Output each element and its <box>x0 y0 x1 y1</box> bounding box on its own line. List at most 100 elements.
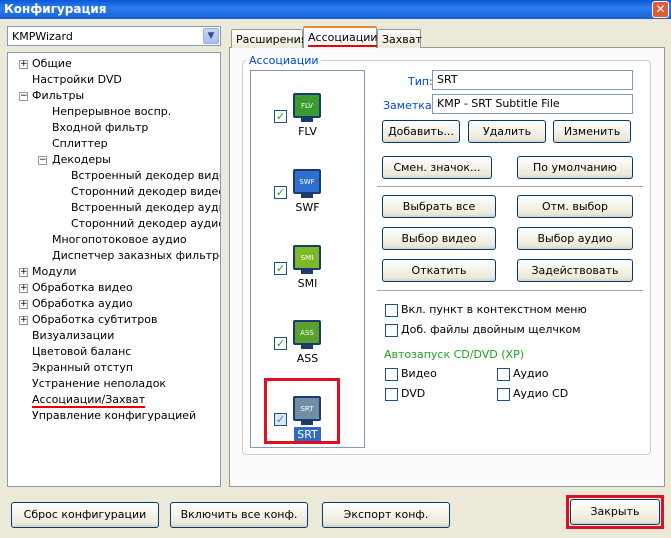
collapse-icon[interactable]: − <box>38 156 47 165</box>
monitor-icon: FLV <box>293 93 321 118</box>
tab-associations[interactable]: Ассоциации <box>303 26 378 48</box>
tree-item-continuous[interactable]: Непрерывное воспр. <box>52 104 171 120</box>
double-click-checkbox[interactable]: Доб. файлы двойным щелчком <box>385 323 581 337</box>
tree-item-video-processing[interactable]: Обработка видео <box>32 280 133 296</box>
format-label: SMI <box>297 277 318 290</box>
monitor-stand <box>301 194 313 198</box>
tree-item-color-balance[interactable]: Цветовой баланс <box>32 344 131 360</box>
expand-icon[interactable]: + <box>19 316 28 325</box>
select-video-button[interactable]: Выбор видео <box>382 227 496 250</box>
type-field[interactable]: SRT <box>432 70 633 90</box>
rollback-button[interactable]: Откатить <box>382 259 496 282</box>
tree-item-associations[interactable]: Ассоциации/Захват <box>32 392 145 408</box>
checkbox-box[interactable] <box>497 367 510 381</box>
checkbox-box[interactable] <box>385 323 398 337</box>
tree-item-dvd[interactable]: Настройки DVD <box>32 72 122 88</box>
monitor-stand <box>301 345 313 349</box>
format-item-smi[interactable]: ✓ SMI SMI <box>251 231 364 301</box>
tree-item-audio-processing[interactable]: Обработка аудио <box>32 296 133 312</box>
format-label: SWF <box>295 201 320 214</box>
settings-tree: + Общие Настройки DVD − Фильтры Непрерыв… <box>7 52 221 487</box>
expand-icon[interactable]: + <box>19 268 28 277</box>
tree-item-decoders[interactable]: Декодеры <box>52 152 111 168</box>
tree-item-general[interactable]: Общие <box>32 56 72 72</box>
select-all-button[interactable]: Выбрать все <box>382 195 496 218</box>
format-checkbox[interactable]: ✓ <box>274 186 287 199</box>
format-item-swf[interactable]: ✓ SWF SWF <box>251 155 364 225</box>
window-title: Конфигурация <box>4 2 107 16</box>
tab-capture[interactable]: Захват <box>377 29 422 48</box>
monitor-stand <box>301 270 313 274</box>
checkbox-box[interactable] <box>385 303 398 317</box>
format-checkbox[interactable]: ✓ <box>274 262 287 275</box>
collapse-icon[interactable]: − <box>19 92 28 101</box>
apply-button[interactable]: Задействовать <box>517 259 633 282</box>
reset-config-button[interactable]: Сброс конфигурации <box>11 502 159 528</box>
checkbox-box[interactable] <box>385 387 398 401</box>
autorun-dvd-checkbox[interactable]: DVD <box>385 387 425 401</box>
profile-combo[interactable]: KMPWizard ▼ <box>7 26 221 46</box>
format-item-ass[interactable]: ✓ ASS ASS <box>251 306 364 376</box>
monitor-icon: SWF <box>293 169 321 194</box>
monitor-stand <box>301 118 313 122</box>
add-button[interactable]: Добавить... <box>382 120 460 143</box>
tree-item-multistream-audio[interactable]: Многопотоковое аудио <box>52 232 187 248</box>
highlight-box <box>264 378 340 444</box>
tree-item-screen-margin[interactable]: Экранный отступ <box>32 360 133 376</box>
window-titlebar: Конфигурация ✕ <box>0 0 671 19</box>
tree-item-config-management[interactable]: Управление конфигурацией <box>32 408 196 424</box>
profile-combo-value: KMPWizard <box>12 30 73 43</box>
note-field[interactable]: KMP - SRT Subtitle File <box>432 94 633 114</box>
checkbox-box[interactable] <box>385 367 398 381</box>
expand-icon[interactable]: + <box>19 284 28 293</box>
double-click-label: Доб. файлы двойным щелчком <box>401 323 581 336</box>
remove-button[interactable]: Удалить <box>468 120 546 143</box>
tree-item-modules[interactable]: Модули <box>32 264 77 280</box>
tree-item-subtitle-processing[interactable]: Обработка субтитров <box>32 312 157 328</box>
autorun-audio-label: Аудио <box>513 367 549 380</box>
group-title: Ассоциации <box>247 54 321 67</box>
tree-item-input-filter[interactable]: Входной фильтр <box>52 120 148 136</box>
format-item-flv[interactable]: ✓ FLV FLV <box>251 79 364 149</box>
enable-all-button[interactable]: Включить все конф. <box>170 502 308 528</box>
checkbox-box[interactable] <box>497 387 510 401</box>
tree-item-external-audio[interactable]: Сторонний декодер аудио <box>71 216 220 232</box>
expand-icon[interactable]: + <box>19 300 28 309</box>
tree-item-builtin-audio[interactable]: Встроенный декодер аудио <box>71 200 220 216</box>
tree-item-visualizations[interactable]: Визуализации <box>32 328 114 344</box>
tree-item-filters[interactable]: Фильтры <box>32 88 84 104</box>
tab-associations-label: Ассоциации <box>308 31 378 44</box>
format-label: FLV <box>298 125 317 138</box>
autorun-video-checkbox[interactable]: Видео <box>385 367 437 381</box>
autorun-dvd-label: DVD <box>401 387 426 400</box>
autorun-audio-cd-label: Аудио CD <box>513 387 569 400</box>
highlight-box <box>566 495 664 529</box>
tree-item-custom-filters[interactable]: Диспетчер заказных фильтров <box>52 248 220 264</box>
expand-icon[interactable]: + <box>19 60 28 69</box>
tree-item-builtin-video[interactable]: Встроенный декодер видео <box>71 168 220 184</box>
chevron-down-icon[interactable]: ▼ <box>203 28 219 44</box>
autorun-audio-cd-checkbox[interactable]: Аудио CD <box>497 387 568 401</box>
tree-item-splitter[interactable]: Сплиттер <box>52 136 108 152</box>
format-label: ASS <box>296 352 319 365</box>
monitor-icon: SMI <box>293 245 321 270</box>
format-checkbox[interactable]: ✓ <box>274 110 287 123</box>
select-audio-button[interactable]: Выбор аудио <box>517 227 633 250</box>
change-icon-button[interactable]: Смен. значок... <box>382 156 492 179</box>
close-window-button[interactable]: ✕ <box>652 1 669 18</box>
separator <box>377 186 643 188</box>
default-button[interactable]: По умолчанию <box>517 156 633 179</box>
autorun-video-label: Видео <box>401 367 437 380</box>
export-config-button[interactable]: Экспорт конф. <box>322 502 450 528</box>
tab-extensions[interactable]: Расширения <box>231 29 307 48</box>
autorun-audio-checkbox[interactable]: Аудио <box>497 367 549 381</box>
tree-item-external-video[interactable]: Сторонний декодер видео <box>71 184 220 200</box>
deselect-button[interactable]: Отм. выбор <box>517 195 633 218</box>
format-checkbox[interactable]: ✓ <box>274 337 287 350</box>
tab-extensions-label: Расширения <box>236 33 308 46</box>
context-menu-checkbox[interactable]: Вкл. пункт в контекстном меню <box>385 303 587 317</box>
tree-item-troubleshooting[interactable]: Устранение неполадок <box>32 376 166 392</box>
edit-button[interactable]: Изменить <box>553 120 631 143</box>
monitor-icon: ASS <box>293 320 321 345</box>
context-menu-label: Вкл. пункт в контекстном меню <box>401 303 587 316</box>
